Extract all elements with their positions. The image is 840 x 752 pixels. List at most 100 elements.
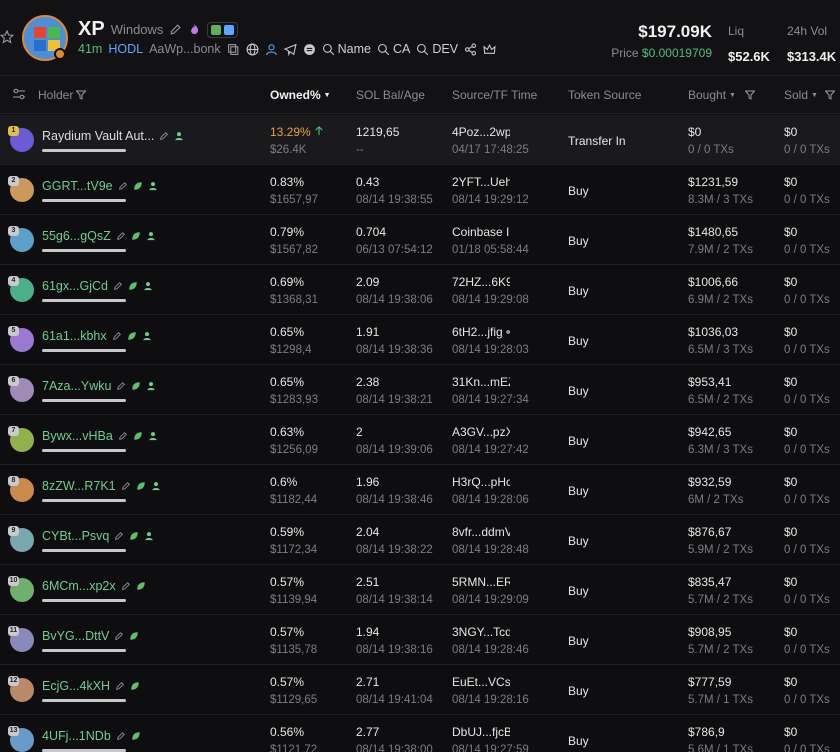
sold-column-header[interactable]: Sold ▼ <box>784 88 835 102</box>
holder-name[interactable]: 61a1...kbhx <box>42 329 152 343</box>
holder-address[interactable]: 61gx...GjCd <box>42 279 108 293</box>
holder-column-header[interactable]: Holder <box>38 88 87 102</box>
holder-name[interactable]: 4UFj...1NDb <box>42 729 141 743</box>
funding-source[interactable]: 2YFT...Ueh <box>452 175 510 189</box>
transfer-time: 01/18 05:58:44 <box>452 244 529 256</box>
table-row[interactable]: 12 EcjG...4kXH 0.57% $1129,65 2.71 08/14 19:4… <box>0 665 840 715</box>
table-row[interactable]: 13 4UFj...1NDb 0.56% $1121,72 2.77 08/14 19:3… <box>0 715 840 752</box>
holder-address[interactable]: 55g6...gQsZ <box>42 229 111 243</box>
crown-icon[interactable] <box>483 43 496 56</box>
user-icon[interactable] <box>148 431 158 441</box>
owned-column-header[interactable]: Owned% ▼ <box>270 88 331 102</box>
holder-address[interactable]: CYBt...Psvq <box>42 529 109 543</box>
funding-source[interactable]: A3GV...pzX <box>452 425 510 439</box>
filter-settings-button[interactable] <box>12 88 26 100</box>
holder-name[interactable]: BvYG...DttV <box>42 629 139 643</box>
funding-source[interactable]: DbUJ...fjcB <box>452 725 510 739</box>
search-dev-link[interactable]: DEV <box>416 42 458 56</box>
edit-icon[interactable] <box>114 531 124 541</box>
holder-address[interactable]: GGRT...tV9e <box>42 179 113 193</box>
user-icon[interactable] <box>148 181 158 191</box>
filter-icon[interactable] <box>76 90 87 100</box>
table-row[interactable]: 2 GGRT...tV9e 0.83% $1657,97 0.43 08/14 19:38… <box>0 165 840 215</box>
table-row[interactable]: 10 6MCm...xp2x 0.57% $1139,94 2.51 08/14 19:3… <box>0 565 840 615</box>
edit-icon[interactable] <box>121 581 131 591</box>
user-icon[interactable] <box>143 281 153 291</box>
user-icon[interactable] <box>151 481 161 491</box>
token-address[interactable]: AaWp...bonk <box>149 42 221 56</box>
funding-source[interactable]: 5RMN...ER <box>452 575 510 589</box>
holder-name[interactable]: 8zZW...R7K1 <box>42 479 161 493</box>
search-name-link[interactable]: Name <box>322 42 371 56</box>
holder-name[interactable]: 55g6...gQsZ <box>42 229 156 243</box>
holder-address[interactable]: BvYG...DttV <box>42 629 109 643</box>
edit-icon[interactable] <box>116 231 126 241</box>
edit-icon[interactable] <box>116 381 126 391</box>
table-row[interactable]: 6 7Aza...Ywku 0.65% $1283,93 2.38 08/14 19:38… <box>0 365 840 415</box>
funding-source[interactable]: EuEt...VCs <box>452 675 510 689</box>
user-icon[interactable] <box>146 381 156 391</box>
sol-column-header[interactable]: SOL Bal/Age <box>356 88 425 102</box>
holder-address[interactable]: 4UFj...1NDb <box>42 729 111 743</box>
funding-source[interactable]: 31Kn...mEZ <box>452 375 510 389</box>
star-icon[interactable] <box>0 30 14 44</box>
table-row[interactable]: 4 61gx...GjCd 0.69% $1368,31 2.09 08/14 19:38… <box>0 265 840 315</box>
telegram-icon[interactable] <box>283 43 297 56</box>
user-icon[interactable] <box>174 131 184 141</box>
holder-address[interactable]: EcjG...4kXH <box>42 679 110 693</box>
holder-address[interactable]: 8zZW...R7K1 <box>42 479 116 493</box>
holder-address[interactable]: Raydium Vault Aut... <box>42 129 154 143</box>
holder-address[interactable]: 61a1...kbhx <box>42 329 107 343</box>
funding-source[interactable]: H3rQ...pHc <box>452 475 510 489</box>
edit-icon[interactable] <box>115 681 125 691</box>
filter-icon[interactable] <box>744 90 755 100</box>
source-column-header[interactable]: Source/TF Time <box>452 88 537 102</box>
hodl-label[interactable]: HODL <box>108 42 143 56</box>
edit-icon[interactable] <box>113 281 123 291</box>
table-row[interactable]: 1 Raydium Vault Aut... 13.29% $26.4K 1219,6… <box>0 115 840 165</box>
holder-name[interactable]: 7Aza...Ywku <box>42 379 156 393</box>
globe-icon[interactable] <box>246 43 259 56</box>
edit-icon[interactable] <box>118 181 128 191</box>
share-icon[interactable] <box>464 42 477 56</box>
token-source-column-header[interactable]: Token Source <box>568 88 641 102</box>
edit-icon[interactable] <box>159 131 169 141</box>
edit-icon[interactable] <box>118 431 128 441</box>
holder-address[interactable]: 6MCm...xp2x <box>42 579 116 593</box>
search-ca-link[interactable]: CA <box>377 42 410 56</box>
holder-name[interactable]: 61gx...GjCd <box>42 279 153 293</box>
table-row[interactable]: 8 8zZW...R7K1 0.6% $1182,44 1.96 08/14 19:38:… <box>0 465 840 515</box>
edit-icon[interactable] <box>112 331 122 341</box>
edit-icon[interactable] <box>116 731 126 741</box>
user-icon[interactable] <box>265 43 278 56</box>
bought-column-header[interactable]: Bought ▼ <box>688 88 755 102</box>
table-row[interactable]: 9 CYBt...Psvq 0.59% $1172,34 2.04 08/14 19:38… <box>0 515 840 565</box>
filter-icon[interactable] <box>824 90 835 100</box>
edit-icon[interactable] <box>114 631 124 641</box>
edit-icon[interactable] <box>121 481 131 491</box>
user-icon[interactable] <box>142 331 152 341</box>
edit-icon[interactable] <box>169 23 182 36</box>
pump-icon[interactable] <box>303 43 316 56</box>
holder-address[interactable]: Bywx...vHBa <box>42 429 113 443</box>
table-row[interactable]: 3 55g6...gQsZ 0.79% $1567,82 0.704 06/13 07:5… <box>0 215 840 265</box>
funding-source[interactable]: 8vfr...ddmV <box>452 525 510 539</box>
holder-name[interactable]: Raydium Vault Aut... <box>42 129 184 143</box>
copy-icon[interactable] <box>227 43 240 56</box>
holder-name[interactable]: EcjG...4kXH <box>42 679 140 693</box>
table-row[interactable]: 11 BvYG...DttV 0.57% $1135,78 1.94 08/14 19:3… <box>0 615 840 665</box>
holder-name[interactable]: CYBt...Psvq <box>42 529 154 543</box>
user-icon[interactable] <box>146 231 156 241</box>
table-row[interactable]: 7 Bywx...vHBa 0.63% $1256,09 2 08/14 19:39:06… <box>0 415 840 465</box>
user-icon[interactable] <box>144 531 154 541</box>
funding-source[interactable]: 6tH2...jfig <box>452 325 510 339</box>
holder-name[interactable]: Bywx...vHBa <box>42 429 158 443</box>
funding-source[interactable]: Coinbase I <box>452 225 510 239</box>
holder-name[interactable]: 6MCm...xp2x <box>42 579 146 593</box>
funding-source[interactable]: 72HZ...6K9 <box>452 275 510 289</box>
holder-address[interactable]: 7Aza...Ywku <box>42 379 111 393</box>
holder-name[interactable]: GGRT...tV9e <box>42 179 158 193</box>
table-row[interactable]: 5 61a1...kbhx 0.65% $1298,4 1.91 08/14 19:38:… <box>0 315 840 365</box>
funding-source[interactable]: 4Poz...2wp <box>452 125 510 139</box>
funding-source[interactable]: 3NGY...Tcd <box>452 625 510 639</box>
